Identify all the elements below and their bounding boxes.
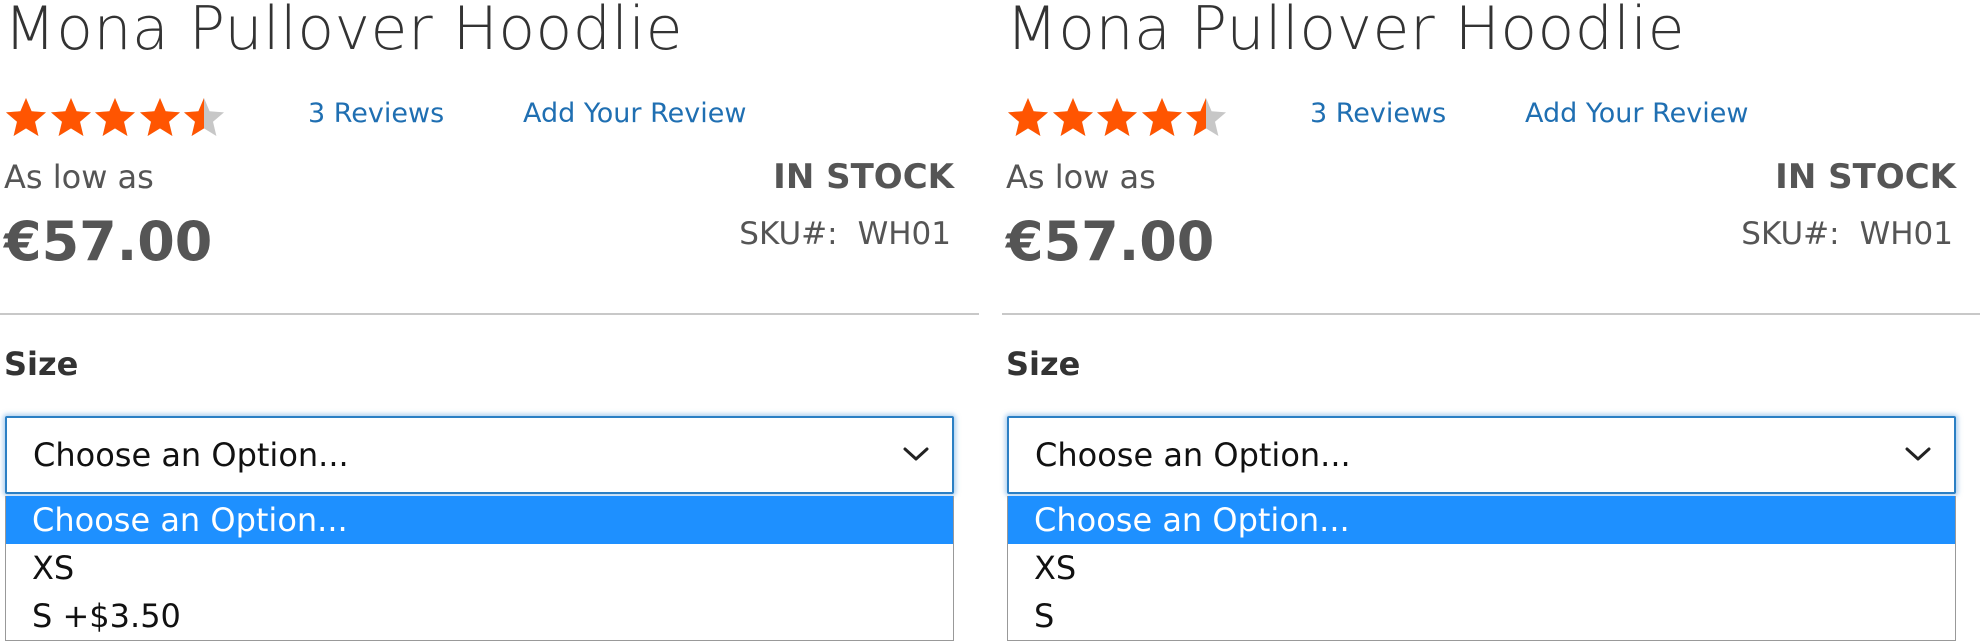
sku-label: SKU#: <box>739 216 838 252</box>
add-review-link[interactable]: Add Your Review <box>1525 98 1748 129</box>
divider <box>0 313 979 315</box>
chevron-down-icon <box>1905 447 1931 461</box>
size-option[interactable]: S <box>1008 592 1955 640</box>
size-select[interactable]: Choose an Option... <box>5 416 954 494</box>
as-low-as-label: As low as <box>1006 158 1156 196</box>
price: €57.00 <box>4 210 213 273</box>
size-options-list: Choose an Option... XS S +$3.50 <box>5 496 954 641</box>
star-icon <box>1052 98 1093 136</box>
add-review-link[interactable]: Add Your Review <box>523 98 746 129</box>
sku: SKU#: WH01 <box>739 216 951 252</box>
size-select[interactable]: Choose an Option... <box>1007 416 1956 494</box>
size-options-list: Choose an Option... XS S <box>1007 496 1956 641</box>
as-low-as-label: As low as <box>4 158 154 196</box>
star-icon <box>6 98 46 136</box>
size-option[interactable]: XS <box>1008 544 1955 592</box>
size-select-value: Choose an Option... <box>33 436 349 474</box>
size-option[interactable]: S +$3.50 <box>6 592 953 640</box>
sku: SKU#: WH01 <box>1741 216 1953 252</box>
stock-status: IN STOCK <box>1775 157 1956 197</box>
reviews-link[interactable]: 3 Reviews <box>1310 98 1446 129</box>
size-select-value: Choose an Option... <box>1035 436 1351 474</box>
stock-status: IN STOCK <box>773 157 954 197</box>
divider <box>1002 313 1980 315</box>
size-label: Size <box>4 345 79 383</box>
product-info-panel-right: Mona Pullover Hoodlie 3 Reviews Add Your… <box>1002 0 1980 644</box>
star-icon <box>1186 98 1226 136</box>
product-title: Mona Pullover Hoodlie <box>4 0 684 64</box>
star-icon <box>95 98 135 136</box>
rating-stars <box>1006 96 1230 140</box>
chevron-down-icon <box>903 447 929 461</box>
reviews-link[interactable]: 3 Reviews <box>308 98 444 129</box>
star-icon <box>184 98 224 136</box>
size-option[interactable]: XS <box>6 544 953 592</box>
price: €57.00 <box>1006 210 1215 273</box>
sku-label: SKU#: <box>1741 216 1840 252</box>
star-icon <box>1097 98 1137 136</box>
size-label: Size <box>1006 345 1081 383</box>
star-icon <box>50 98 91 136</box>
star-icon <box>1008 98 1048 136</box>
product-info-panel-left: Mona Pullover Hoodlie 3 Reviews Add Your… <box>0 0 979 644</box>
product-title: Mona Pullover Hoodlie <box>1006 0 1686 64</box>
sku-value: WH01 <box>857 216 951 252</box>
sku-value: WH01 <box>1859 216 1953 252</box>
star-icon <box>1141 98 1182 136</box>
rating-stars <box>4 96 228 140</box>
size-option[interactable]: Choose an Option... <box>6 496 953 544</box>
size-option[interactable]: Choose an Option... <box>1008 496 1955 544</box>
star-icon <box>139 98 180 136</box>
